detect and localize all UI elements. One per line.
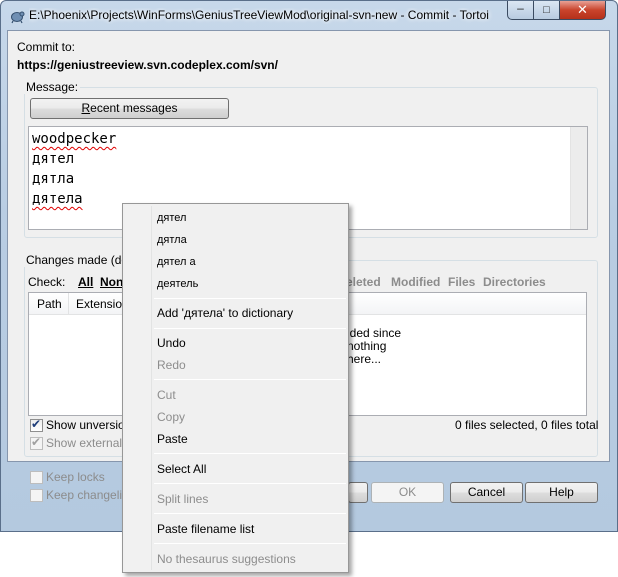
recent-messages-button[interactable]: Recent messages — [30, 98, 229, 119]
menu-separator — [154, 483, 346, 484]
message-group-label: Message: — [24, 80, 81, 94]
keep-locks-checkbox[interactable] — [30, 471, 43, 484]
column-divider[interactable] — [68, 293, 69, 315]
menu-item-paste-filename-list[interactable]: Paste filename list — [157, 519, 254, 539]
help-button[interactable]: Help — [525, 482, 598, 503]
window-title: E:\Phoenix\Projects\WinForms\GeniusTreeV… — [29, 8, 489, 22]
commit-to-label: Commit to: — [17, 40, 76, 54]
cancel-button[interactable]: Cancel — [450, 482, 523, 503]
commit-url: https://geniustreeview.svn.codeplex.com/… — [17, 58, 278, 72]
menu-item-suggestion[interactable]: дятел а — [157, 252, 196, 272]
menu-item-redo[interactable]: Redo — [157, 355, 186, 375]
menu-item-select-all[interactable]: Select All — [157, 459, 206, 479]
spellcheck-context-menu: дятел дятла дятел а деятель Add 'дятела'… — [122, 203, 349, 573]
menu-separator — [154, 379, 346, 380]
files-summary: 0 files selected, 0 files total — [455, 418, 599, 432]
message-word: дятла — [32, 171, 75, 187]
menu-item-suggestion[interactable]: дятла — [157, 230, 187, 250]
message-editor-scrollbar[interactable] — [570, 127, 587, 229]
check-deleted-link[interactable]: eleted — [346, 275, 381, 289]
check-modified-link[interactable]: Modified — [391, 275, 440, 289]
changes-group-label: Changes made (dou — [24, 253, 137, 267]
recent-messages-accel: R — [81, 101, 91, 115]
menu-item-suggestion[interactable]: дятел — [157, 208, 186, 228]
partially-hidden-button[interactable] — [348, 482, 368, 503]
message-word: woodpecker — [32, 131, 117, 147]
menu-item-add-to-dictionary[interactable]: Add 'дятела' to dictionary — [157, 303, 293, 323]
menu-item-undo[interactable]: Undo — [157, 333, 186, 353]
maximize-icon: □ — [543, 4, 550, 16]
close-button[interactable]: ✕ — [559, 1, 606, 20]
empty-list-line: here... — [347, 352, 382, 366]
message-line: дятла — [32, 169, 587, 189]
keep-changelists-checkbox[interactable] — [30, 489, 43, 502]
menu-item-copy[interactable]: Copy — [157, 407, 185, 427]
check-none-link[interactable]: Non — [100, 275, 123, 289]
ok-button[interactable]: OK — [371, 482, 444, 503]
empty-list-message: lded since nothing here... — [347, 327, 547, 366]
menu-icon-gutter — [125, 206, 152, 570]
message-line: woodpecker — [32, 129, 587, 149]
menu-item-split-lines[interactable]: Split lines — [157, 489, 208, 509]
show-externals-label[interactable]: Show externals — [46, 436, 128, 450]
menu-separator — [154, 328, 346, 329]
check-all-link[interactable]: All — [78, 275, 93, 289]
menu-item-no-thesaurus[interactable]: No thesaurus suggestions — [157, 549, 296, 569]
check-files-link[interactable]: Files — [448, 275, 475, 289]
minimize-icon: – — [517, 1, 524, 15]
maximize-button[interactable]: □ — [533, 1, 560, 20]
menu-item-cut[interactable]: Cut — [157, 385, 176, 405]
menu-item-paste[interactable]: Paste — [157, 429, 188, 449]
check-label: Check: — [28, 275, 66, 289]
title-bar[interactable]: E:\Phoenix\Projects\WinForms\GeniusTreeV… — [1, 1, 617, 31]
message-line: дятел — [32, 149, 587, 169]
message-word: дятел — [32, 151, 75, 167]
menu-item-suggestion[interactable]: деятель — [157, 274, 198, 294]
menu-separator — [154, 298, 346, 299]
check-directories-link[interactable]: Directories — [483, 275, 546, 289]
show-unversioned-checkbox[interactable] — [30, 417, 43, 432]
message-word-misspelled: дятела — [32, 191, 83, 207]
minimize-button[interactable]: – — [507, 1, 534, 20]
recent-messages-label: ecent messages — [90, 101, 178, 115]
tortoise-app-icon — [11, 11, 25, 24]
column-header-path[interactable]: Path — [37, 297, 62, 311]
show-externals-checkbox[interactable] — [30, 435, 43, 450]
column-header-extension[interactable]: Extension — [76, 297, 129, 311]
close-icon: ✕ — [577, 2, 588, 17]
keep-locks-label[interactable]: Keep locks — [46, 470, 105, 484]
menu-separator — [154, 513, 346, 514]
menu-separator — [154, 453, 346, 454]
menu-separator — [154, 543, 346, 544]
